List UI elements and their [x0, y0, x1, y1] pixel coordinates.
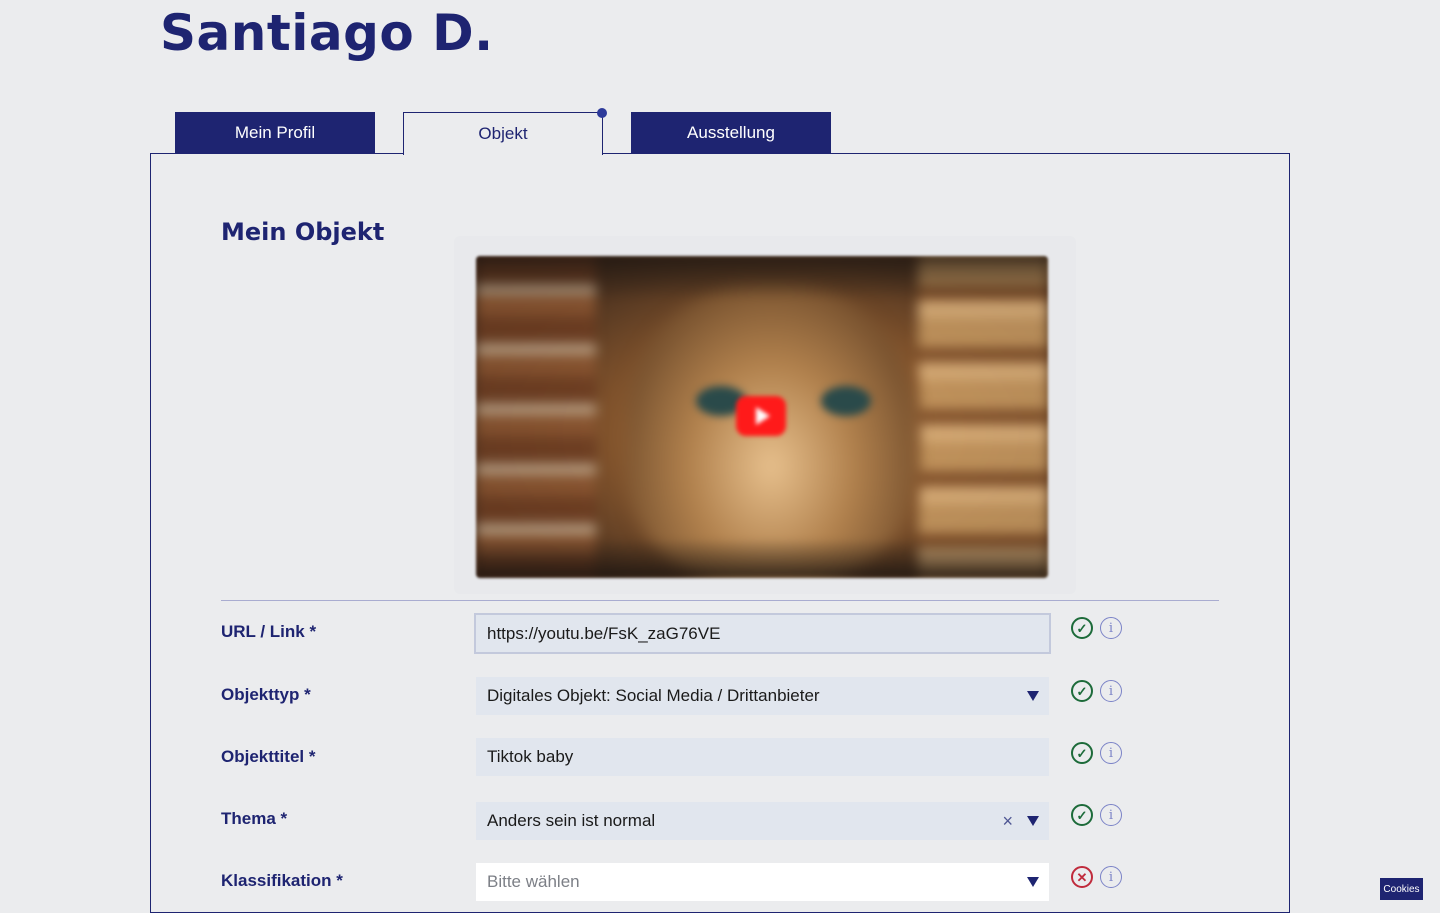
url-field[interactable]	[474, 613, 1051, 654]
x-circle-icon: ✕	[1071, 866, 1093, 888]
objekttyp-select[interactable]: Digitales Objekt: Social Media / Drittan…	[476, 677, 1049, 715]
chevron-down-icon[interactable]	[1027, 877, 1039, 887]
klassifikation-placeholder: Bitte wählen	[487, 872, 580, 891]
thema-value: Anders sein ist normal	[487, 811, 656, 830]
tab-label: Mein Profil	[234, 123, 316, 142]
info-circle-icon[interactable]: i	[1100, 742, 1122, 764]
check-circle-icon: ✓	[1071, 742, 1093, 764]
tab-ausstellung[interactable]: Ausstellung	[631, 112, 831, 154]
thumbnail-bookshelf-right	[918, 256, 1048, 578]
info-circle-icon[interactable]: i	[1100, 617, 1122, 639]
video-bottom-bar	[476, 538, 1048, 578]
chevron-down-icon[interactable]	[1027, 691, 1039, 701]
active-tab-indicator-dot	[597, 108, 607, 118]
info-circle-icon[interactable]: i	[1100, 680, 1122, 702]
tab-objekt[interactable]: Objekt	[403, 112, 603, 155]
thumbnail-bookshelf-left	[476, 256, 596, 578]
tab-mein-profil[interactable]: Mein Profil	[175, 112, 375, 154]
info-circle-icon[interactable]: i	[1100, 866, 1122, 888]
play-triangle-icon	[756, 407, 770, 425]
clear-icon[interactable]: ×	[1002, 812, 1013, 830]
chevron-down-icon[interactable]	[1027, 816, 1039, 826]
thumbnail-cat-eye	[821, 386, 871, 416]
objekttitel-input[interactable]	[487, 747, 1027, 767]
tab-label: Ausstellung	[687, 123, 775, 142]
check-circle-icon: ✓	[1071, 804, 1093, 826]
objekttyp-label: Objekttyp *	[221, 685, 311, 704]
url-label: URL / Link *	[221, 622, 317, 641]
klassifikation-select[interactable]: Bitte wählen	[476, 863, 1049, 901]
check-circle-icon: ✓	[1071, 680, 1093, 702]
play-button-icon[interactable]	[736, 396, 786, 436]
url-input[interactable]	[487, 623, 1027, 644]
divider	[221, 600, 1219, 601]
section-title: Mein Objekt	[221, 218, 385, 246]
info-circle-icon[interactable]: i	[1100, 804, 1122, 826]
video-top-bar	[476, 256, 1048, 300]
objekttitel-field[interactable]	[476, 738, 1049, 776]
objekttitel-label: Objekttitel *	[221, 747, 316, 766]
thema-label: Thema *	[221, 809, 288, 828]
cookies-button[interactable]: Cookies	[1380, 878, 1423, 900]
tab-label: Objekt	[478, 124, 528, 143]
check-circle-icon: ✓	[1071, 617, 1093, 639]
page-title: Santiago D.	[160, 4, 494, 62]
objekttyp-value: Digitales Objekt: Social Media / Drittan…	[487, 686, 820, 705]
thema-select[interactable]: Anders sein ist normal ×	[476, 802, 1049, 840]
klassifikation-label: Klassifikation *	[221, 871, 343, 890]
